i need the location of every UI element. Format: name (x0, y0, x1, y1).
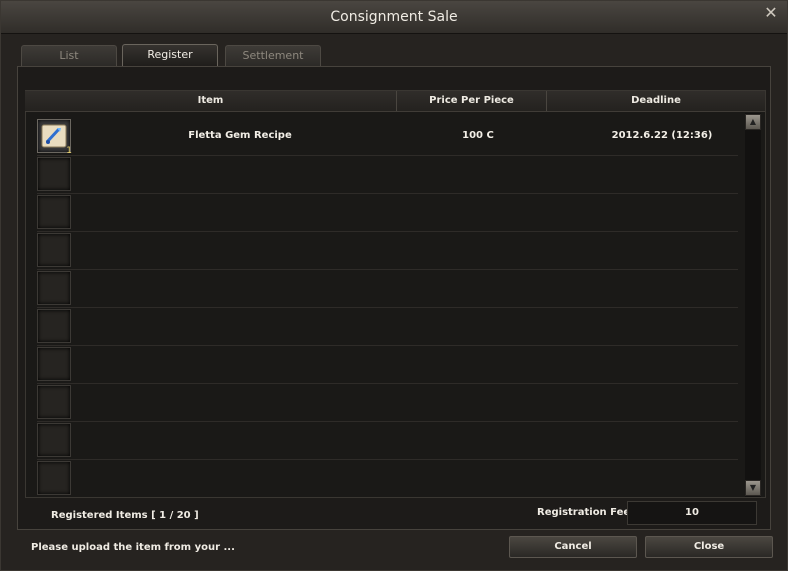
tab-register[interactable]: Register (122, 44, 218, 67)
column-header-deadline: Deadline (631, 95, 681, 106)
table-row[interactable] (37, 269, 738, 308)
column-header-price: Price Per Piece (397, 91, 547, 111)
table-row[interactable] (37, 345, 738, 384)
scrollbar-track[interactable] (745, 113, 761, 497)
item-name: Fletta Gem Recipe (188, 130, 292, 141)
table-header: Item Price Per Piece Deadline (25, 91, 765, 112)
table-row[interactable] (37, 155, 738, 194)
empty-item-slot[interactable] (37, 347, 71, 381)
status-message: Please upload the item from your ... (31, 542, 235, 553)
registration-fee-label: Registration Fee (537, 507, 631, 518)
consignment-sale-window: Consignment Sale ✕ List Register Settlem… (0, 0, 788, 571)
window-title: Consignment Sale (330, 9, 458, 25)
table-row[interactable] (37, 231, 738, 270)
empty-item-slot[interactable] (37, 309, 71, 343)
empty-item-slot[interactable] (37, 423, 71, 457)
recipe-scroll-icon (41, 124, 67, 148)
column-header-item: Item (25, 91, 397, 111)
tab-list[interactable]: List (21, 45, 117, 66)
empty-item-slot[interactable] (37, 233, 71, 267)
item-slot[interactable]: 1 (37, 119, 72, 156)
empty-item-slot[interactable] (37, 461, 71, 495)
scroll-down-icon[interactable]: ▼ (745, 480, 761, 496)
table-row[interactable] (37, 307, 738, 346)
empty-item-slot[interactable] (37, 157, 71, 191)
table-row[interactable] (37, 383, 738, 422)
item-price: 100 C (462, 130, 494, 141)
table-row[interactable] (37, 459, 738, 495)
item-deadline: 2012.6.22 (12:36) (611, 130, 713, 141)
cancel-button[interactable]: Cancel (509, 536, 637, 558)
table-row[interactable] (37, 421, 738, 460)
title-bar[interactable]: Consignment Sale ✕ (1, 1, 787, 34)
table-row[interactable]: 1 Fletta Gem Recipe 100 C 2012.6.22 (12:… (37, 117, 738, 156)
scroll-up-icon[interactable]: ▲ (745, 114, 761, 130)
registered-items-count: Registered Items [ 1 / 20 ] (51, 510, 199, 521)
tab-settlement[interactable]: Settlement (225, 45, 321, 66)
close-icon[interactable]: ✕ (761, 3, 781, 23)
empty-item-slot[interactable] (37, 271, 71, 305)
registration-fee-value: 10 (627, 501, 757, 525)
empty-item-slot[interactable] (37, 385, 71, 419)
table-row[interactable] (37, 193, 738, 232)
close-button[interactable]: Close (645, 536, 773, 558)
empty-item-slot[interactable] (37, 195, 71, 229)
